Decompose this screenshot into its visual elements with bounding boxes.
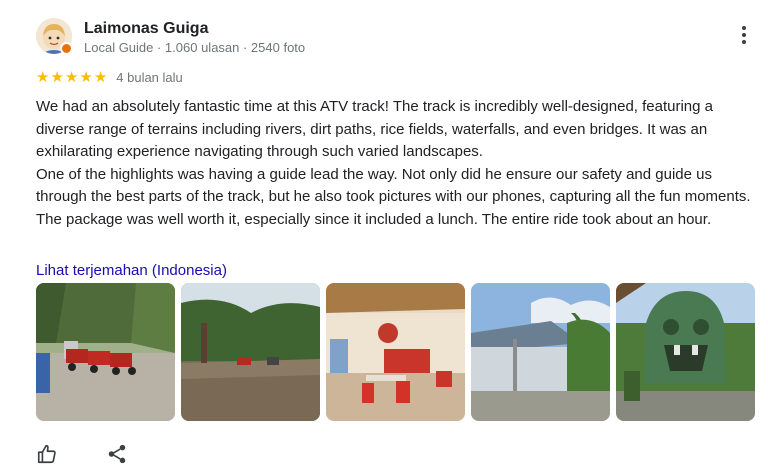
rating-row: ★ ★ ★ ★ ★ 4 bulan lalu xyxy=(36,68,183,86)
star-icon: ★ xyxy=(36,68,50,86)
share-icon[interactable] xyxy=(106,443,128,465)
photo-thumbnail[interactable] xyxy=(326,283,465,421)
review-paragraph: One of the highlights was having a guide… xyxy=(36,165,751,206)
review-text: We had an absolutely fantastic time at t… xyxy=(36,96,752,231)
star-icon: ★ xyxy=(64,68,79,86)
translate-link[interactable]: Lihat terjemahan (Indonesia) xyxy=(36,262,227,279)
review-paragraph: We had an absolutely fantastic time at t… xyxy=(36,98,713,160)
local-guide-badge-icon xyxy=(60,42,73,55)
photo-thumbnail[interactable] xyxy=(471,283,610,421)
photo-strip xyxy=(36,283,756,423)
reviewer-name[interactable]: Laimonas Guiga xyxy=(84,20,208,38)
photo-thumbnail[interactable] xyxy=(181,283,320,421)
star-icon: ★ xyxy=(93,68,108,86)
review-date: 4 bulan lalu xyxy=(116,69,183,85)
review-header: Laimonas Guiga Local Guide · 1.060 ulasa… xyxy=(36,18,756,62)
review-paragraph: The package was well worth it, especiall… xyxy=(36,210,712,228)
star-rating: ★ ★ ★ ★ ★ xyxy=(36,70,108,85)
star-icon: ★ xyxy=(79,68,93,86)
thumbs-up-icon[interactable] xyxy=(36,443,58,465)
photo-thumbnail[interactable] xyxy=(36,283,175,421)
photo-thumbnail[interactable] xyxy=(616,283,755,421)
review-actions xyxy=(36,442,128,466)
more-options-icon[interactable] xyxy=(738,26,750,48)
star-icon: ★ xyxy=(50,68,64,86)
reviewer-meta: Local Guide · 1.060 ulasan · 2540 foto xyxy=(84,40,306,55)
